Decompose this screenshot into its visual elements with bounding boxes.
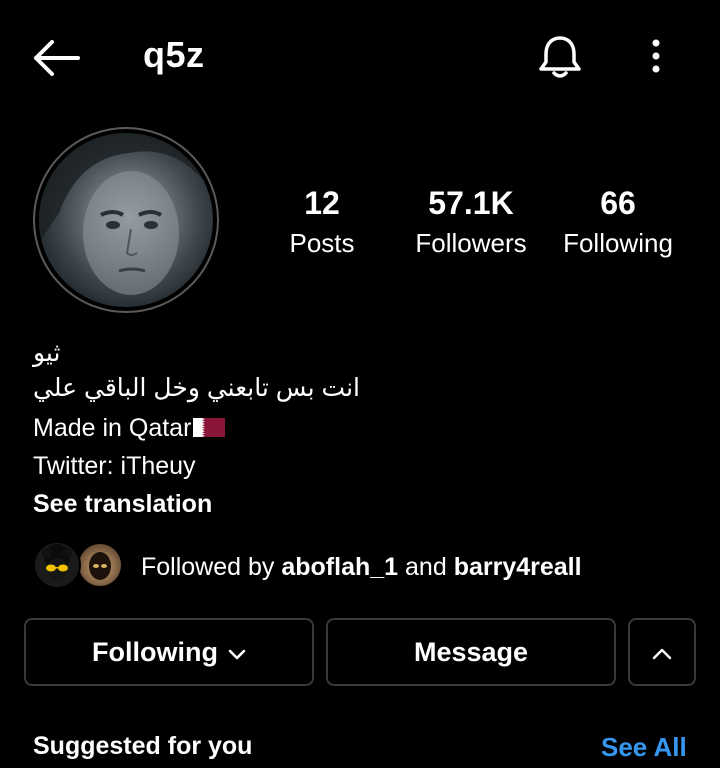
followers-label: Followers xyxy=(415,228,527,258)
followed-by-conjunction: and xyxy=(405,553,447,581)
see-all-link[interactable]: See All xyxy=(601,732,687,763)
message-button[interactable]: Message xyxy=(326,618,616,686)
follower-avatar-2 xyxy=(76,541,124,589)
following-button-label: Following xyxy=(92,636,218,667)
followers-count: 57.1K xyxy=(428,185,514,221)
profile-username-title: q5z xyxy=(143,34,205,75)
following-button[interactable]: Following xyxy=(24,618,314,686)
avatar-image xyxy=(39,133,213,307)
bio-line: انت بس تابعني وخل الباقي علي xyxy=(33,374,360,402)
follower-avatar-1 xyxy=(33,541,81,589)
back-arrow-icon[interactable] xyxy=(30,38,82,78)
following-count: 66 xyxy=(600,185,636,221)
more-options-icon[interactable] xyxy=(642,36,670,78)
follower-username-2[interactable]: barry4reall xyxy=(454,553,582,581)
following-label: Following xyxy=(563,228,673,258)
suggested-toggle-button[interactable] xyxy=(628,618,696,686)
chevron-up-icon xyxy=(651,637,673,668)
qatar-flag-icon xyxy=(193,413,226,437)
bio-line-text: Made in Qatar xyxy=(33,414,192,442)
followed-by-prefix: Followed by xyxy=(141,553,275,581)
bell-icon[interactable] xyxy=(536,34,584,80)
bio-line: Twitter: iTheuy xyxy=(33,452,196,480)
bio-display-name: ثيو xyxy=(33,339,61,367)
posts-label: Posts xyxy=(289,228,355,258)
suggested-for-you-heading: Suggested for you xyxy=(33,732,253,760)
see-translation-link[interactable]: See translation xyxy=(33,488,212,520)
profile-avatar[interactable] xyxy=(33,127,219,313)
followers-stat[interactable]: 57.1K Followers xyxy=(405,184,537,260)
posts-stat[interactable]: 12 Posts xyxy=(272,184,372,260)
posts-count: 12 xyxy=(304,185,340,221)
follower-username-1[interactable]: aboflah_1 xyxy=(281,553,398,581)
message-button-label: Message xyxy=(413,636,529,667)
bio-line: Made in Qatar xyxy=(33,412,226,444)
following-stat[interactable]: 66 Following xyxy=(555,184,681,260)
chevron-down-icon xyxy=(218,637,246,668)
followed-by-text[interactable]: Followed by aboflah_1 and barry4reall xyxy=(141,551,582,583)
